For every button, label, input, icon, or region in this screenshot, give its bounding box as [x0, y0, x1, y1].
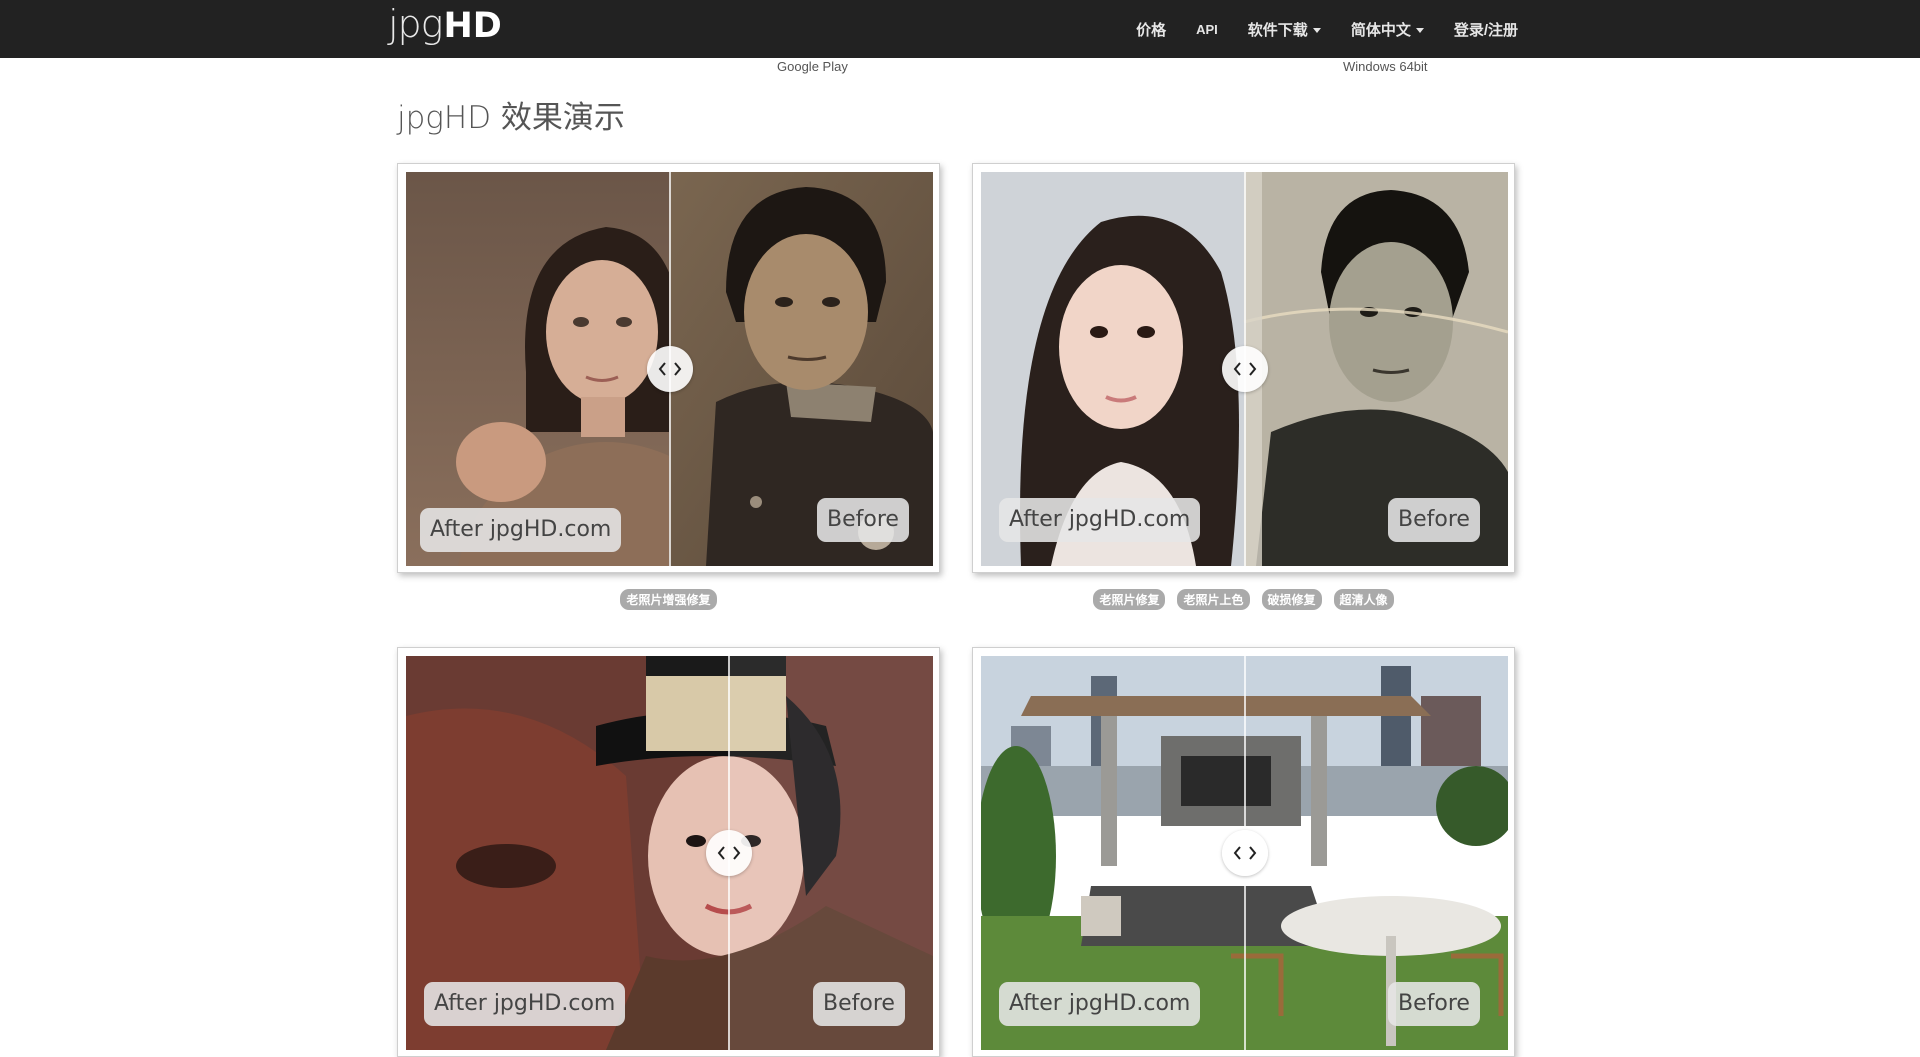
- demo-card-2: After jpgHD.com Before: [972, 163, 1515, 573]
- tag-old-photo-colorize[interactable]: 老照片上色: [1177, 589, 1250, 610]
- slider-handle[interactable]: [1222, 346, 1268, 392]
- nav-item-label: 软件下载: [1247, 21, 1308, 39]
- slider-handle[interactable]: [1222, 830, 1268, 876]
- nav-item-label: 价格: [1136, 21, 1167, 39]
- caret-down-icon: [1415, 27, 1424, 33]
- tag-old-photo-repair[interactable]: 老照片修复: [1093, 589, 1166, 610]
- windows-download-caption[interactable]: Windows 64bit: [1343, 59, 1428, 74]
- nav-item-label: 登录/注册: [1453, 21, 1518, 39]
- nav-item-login-register[interactable]: 登录/注册: [1454, 19, 1518, 40]
- top-navbar: jpg HD 价格 API 软件下载 简体中文 登录/注册: [0, 0, 1920, 58]
- google-play-caption[interactable]: Google Play: [777, 59, 848, 74]
- nav-item-pricing[interactable]: 价格: [1136, 19, 1166, 40]
- demo-card-1: After jpgHD.com Before: [397, 163, 940, 573]
- after-label: After jpgHD.com: [999, 498, 1201, 542]
- brand-logo[interactable]: jpg HD: [388, 2, 502, 50]
- before-label: Before: [813, 982, 905, 1026]
- comparison-image[interactable]: After jpgHD.com Before: [406, 656, 933, 1050]
- tag-hd-portrait[interactable]: 超清人像: [1333, 589, 1394, 610]
- page-title: jpgHD 效果演示: [397, 100, 625, 136]
- after-label: After jpgHD.com: [999, 982, 1201, 1026]
- before-label: Before: [817, 498, 909, 542]
- nav-item-api[interactable]: API: [1196, 22, 1218, 37]
- demo-tags-1: 老照片增强修复: [397, 589, 940, 610]
- demo-card-4: After jpgHD.com Before: [972, 647, 1515, 1057]
- tag-old-photo-enhance[interactable]: 老照片增强修复: [620, 589, 717, 610]
- chevron-left-right-icon: [717, 846, 741, 860]
- chevron-left-right-icon: [1233, 362, 1257, 376]
- slider-handle[interactable]: [706, 830, 752, 876]
- before-label: Before: [1388, 982, 1480, 1026]
- after-label: After jpgHD.com: [424, 982, 626, 1026]
- slider-handle[interactable]: [647, 346, 693, 392]
- after-label: After jpgHD.com: [420, 508, 622, 552]
- brand-logo-bold: HD: [443, 6, 502, 46]
- demo-tags-2: 老照片修复 老照片上色 破损修复 超清人像: [972, 589, 1515, 610]
- nav-item-language[interactable]: 简体中文: [1351, 19, 1424, 40]
- nav-item-label: API: [1196, 21, 1218, 37]
- demo-card-3: After jpgHD.com Before: [397, 647, 940, 1057]
- comparison-image[interactable]: After jpgHD.com Before: [981, 172, 1508, 566]
- caret-down-icon: [1312, 27, 1321, 33]
- brand-logo-light: jpg: [388, 2, 443, 46]
- before-label: Before: [1388, 498, 1480, 542]
- nav-item-software-download[interactable]: 软件下载: [1248, 19, 1321, 40]
- nav-menu: 价格 API 软件下载 简体中文 登录/注册: [1106, 0, 1518, 58]
- nav-item-label: 简体中文: [1350, 21, 1411, 39]
- comparison-image[interactable]: After jpgHD.com Before: [981, 656, 1508, 1050]
- chevron-left-right-icon: [1233, 846, 1257, 860]
- chevron-left-right-icon: [658, 362, 682, 376]
- comparison-image[interactable]: After jpgHD.com Before: [406, 172, 933, 566]
- tag-damage-repair[interactable]: 破损修复: [1261, 589, 1322, 610]
